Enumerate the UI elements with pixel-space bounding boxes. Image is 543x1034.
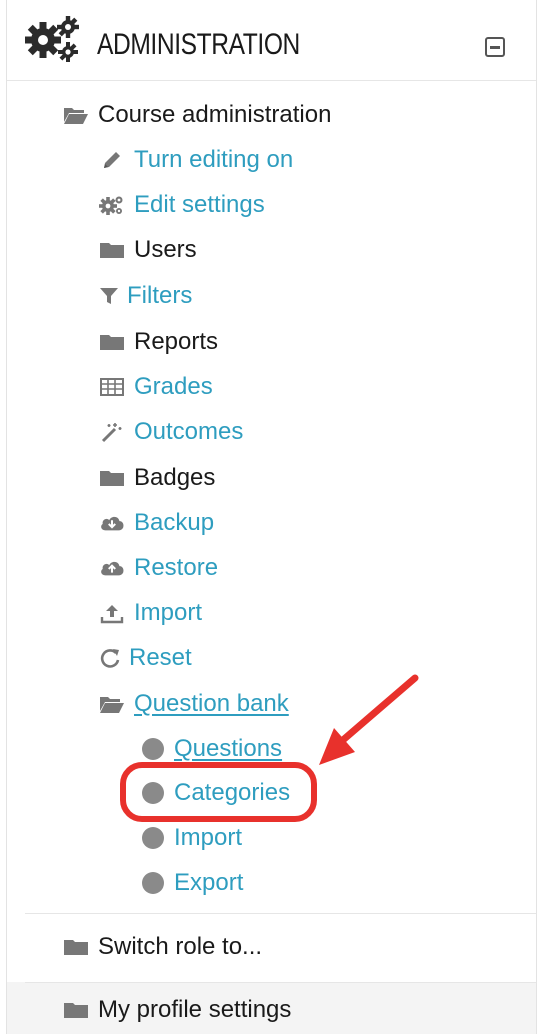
- menu-item-label: Restore: [134, 554, 219, 581]
- question-bank-label: Question bank: [134, 690, 289, 717]
- folder-icon: [63, 997, 89, 1023]
- divider: [25, 913, 536, 914]
- menu-item-grades[interactable]: Grades: [99, 367, 213, 407]
- gears-icon: [25, 16, 79, 62]
- course-administration-label: Course administration: [98, 101, 332, 128]
- administration-block: ADMINISTRATION Course administration Tur…: [6, 0, 537, 1034]
- menu-item-label: Reset: [129, 644, 192, 671]
- annotation-highlight: [120, 762, 317, 822]
- menu-item-edit-settings[interactable]: Edit settings: [99, 185, 265, 225]
- block-title: ADMINISTRATION: [97, 28, 300, 61]
- cloud-upload-icon: [99, 555, 125, 581]
- folder-icon: [99, 237, 125, 263]
- menu-item-reports[interactable]: Reports: [99, 322, 218, 362]
- reload-icon: [99, 645, 121, 671]
- divider: [25, 982, 536, 983]
- cloud-download-icon: [99, 510, 125, 536]
- course-administration-node[interactable]: Course administration: [63, 95, 331, 135]
- switch-role-node[interactable]: Switch role to...: [63, 927, 262, 967]
- menu-item-label: Edit settings: [134, 191, 265, 218]
- cogs-icon: [99, 192, 125, 218]
- menu-item-outcomes[interactable]: Outcomes: [99, 412, 243, 452]
- folder-icon: [99, 465, 125, 491]
- question-bank-item-label: Export: [174, 869, 244, 896]
- menu-item-turn-editing-on[interactable]: Turn editing on: [99, 140, 293, 180]
- menu-item-label: Import: [134, 599, 203, 626]
- my-profile-settings-label: My profile settings: [98, 996, 292, 1023]
- menu-item-filters[interactable]: Filters: [99, 276, 192, 316]
- question-bank-item-import[interactable]: Import: [142, 818, 242, 858]
- menu-item-label: Badges: [134, 464, 216, 491]
- menu-item-users[interactable]: Users: [99, 230, 197, 270]
- menu-item-label: Grades: [134, 373, 213, 400]
- question-bank-item-label: Questions: [174, 735, 283, 762]
- question-bank-item-label: Import: [174, 824, 243, 851]
- upload-icon: [99, 600, 125, 626]
- question-bank-node[interactable]: Question bank: [99, 684, 289, 724]
- bullet-icon: [142, 825, 164, 851]
- menu-item-label: Outcomes: [134, 418, 244, 445]
- filter-icon: [99, 283, 119, 309]
- menu-item-label: Users: [134, 236, 197, 263]
- folder-icon: [63, 934, 89, 960]
- folder-icon: [99, 329, 125, 355]
- folder-open-icon: [99, 691, 125, 717]
- menu-item-label: Reports: [134, 328, 219, 355]
- bullet-icon: [142, 870, 164, 896]
- my-profile-settings-node[interactable]: My profile settings: [63, 990, 291, 1030]
- menu-item-badges[interactable]: Badges: [99, 458, 215, 498]
- bullet-icon: [142, 736, 164, 762]
- menu-item-label: Turn editing on: [134, 146, 294, 173]
- switch-role-label: Switch role to...: [98, 933, 263, 960]
- table-icon: [99, 374, 125, 400]
- menu-item-restore[interactable]: Restore: [99, 548, 218, 588]
- magic-wand-icon: [99, 419, 125, 445]
- menu-item-backup[interactable]: Backup: [99, 503, 214, 543]
- menu-item-reset[interactable]: Reset: [99, 638, 192, 678]
- collapse-icon[interactable]: [485, 37, 505, 57]
- folder-open-icon: [63, 102, 89, 128]
- menu-item-label: Filters: [127, 282, 193, 309]
- menu-item-label: Backup: [134, 509, 215, 536]
- block-header: ADMINISTRATION: [7, 0, 536, 81]
- pencil-icon: [99, 147, 125, 173]
- question-bank-item-export[interactable]: Export: [142, 863, 243, 903]
- menu-item-import[interactable]: Import: [99, 593, 202, 633]
